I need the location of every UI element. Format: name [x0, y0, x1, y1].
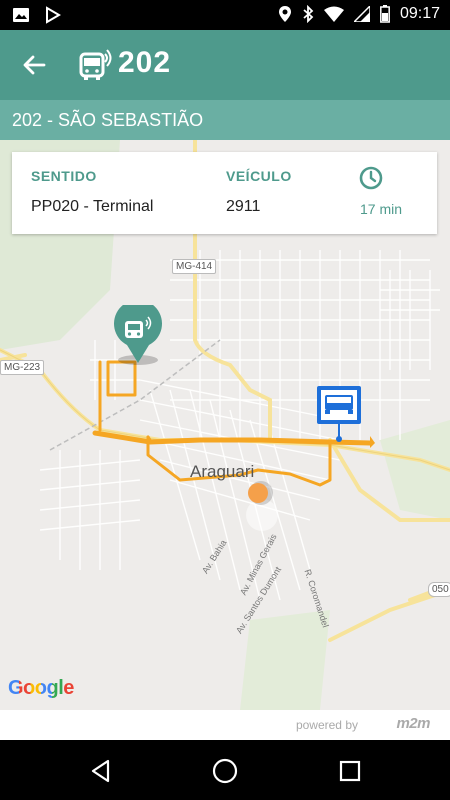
play-store-icon [46, 6, 61, 24]
road-label-mg223: MG-223 [0, 360, 45, 375]
route-number: 202 [118, 46, 172, 79]
route-name: 202 - SÃO SEBASTIÃO [12, 110, 204, 130]
route-name-bar: 202 - SÃO SEBASTIÃO [0, 100, 450, 140]
clock-icon [359, 166, 383, 190]
bluetooth-icon [303, 5, 314, 23]
eta-value: 17 min [360, 201, 403, 217]
google-logo-text: Google [8, 677, 74, 699]
circle-home-icon [212, 758, 238, 784]
app-bar: 202 [0, 30, 450, 100]
signal-icon [353, 6, 370, 22]
arrow-left-icon [23, 55, 46, 75]
wifi-icon [323, 6, 344, 22]
road-label-mg414: MG-414 [172, 259, 217, 274]
triangle-back-icon [91, 759, 110, 783]
my-location-marker [248, 481, 273, 505]
m2m-logo: m2m [396, 715, 430, 732]
bus-stop-marker[interactable] [110, 305, 166, 367]
system-nav-bar [0, 740, 450, 800]
square-recents-icon [339, 760, 361, 782]
nav-recents-button[interactable] [335, 756, 365, 786]
battery-icon [380, 5, 390, 23]
location-icon [278, 6, 291, 22]
powered-by-bar: powered by m2m [0, 710, 450, 740]
vehicle-marker[interactable] [316, 385, 362, 443]
powered-by-text: powered by [295, 718, 358, 732]
nav-home-button[interactable] [210, 756, 240, 786]
road-label-050: 050 [428, 582, 450, 597]
image-icon [13, 8, 29, 22]
nav-back-button[interactable] [86, 756, 116, 786]
map-view[interactable]: MG-414 MG-223 050 Araguari Av. Bahia Av.… [0, 140, 450, 710]
vehicle-value: 2911 [226, 198, 261, 215]
google-logo: Google [8, 677, 74, 700]
status-bar: 09:17 [0, 0, 450, 30]
bus-signal-icon [79, 49, 112, 80]
trip-info-card: SENTIDO PP020 - Terminal VEÍCULO 2911 17… [12, 152, 437, 234]
status-time: 09:17 [399, 5, 440, 22]
direction-label: SENTIDO [31, 168, 97, 184]
vehicle-label: VEÍCULO [226, 168, 292, 184]
direction-value: PP020 - Terminal [31, 198, 154, 215]
back-button[interactable] [20, 52, 50, 78]
